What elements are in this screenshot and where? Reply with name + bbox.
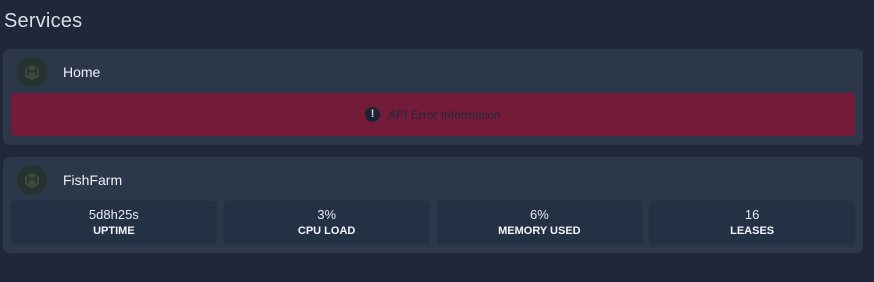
mikrotik-logo-icon: [17, 165, 47, 195]
stat-value: 16: [744, 207, 760, 222]
section-title: Services: [4, 10, 83, 32]
error-text: API Error Information: [388, 107, 501, 122]
stat-cpu-load: 3% CPU LOAD: [223, 201, 430, 245]
stat-memory-used: 6% MEMORY USED: [436, 201, 643, 245]
exclamation-icon: !: [365, 107, 381, 122]
api-error-banner: ! API Error Information: [11, 93, 855, 136]
stat-value: 6%: [529, 207, 549, 222]
stat-uptime: 5d8h25s UPTIME: [11, 201, 217, 245]
stat-label: MEMORY USED: [498, 225, 581, 237]
stat-label: CPU LOAD: [297, 225, 356, 237]
service-header: Home: [17, 57, 100, 87]
service-stats: 5d8h25s UPTIME 3% CPU LOAD 6% MEMORY USE…: [11, 201, 855, 245]
stat-value: 3%: [317, 207, 337, 222]
stat-leases: 16 LEASES: [649, 201, 855, 245]
service-name: Home: [63, 64, 101, 80]
mikrotik-logo-icon: [17, 57, 47, 87]
stat-label: UPTIME: [93, 225, 135, 237]
stat-label: LEASES: [730, 225, 775, 237]
service-name: FishFarm: [63, 172, 123, 188]
service-card-home[interactable]: Home ! API Error Information: [3, 49, 863, 145]
service-header: FishFarm: [17, 165, 122, 195]
stat-value: 5d8h25s: [88, 207, 139, 222]
service-card-fishfarm[interactable]: FishFarm 5d8h25s UPTIME 3% CPU LOAD 6% M…: [3, 157, 863, 253]
